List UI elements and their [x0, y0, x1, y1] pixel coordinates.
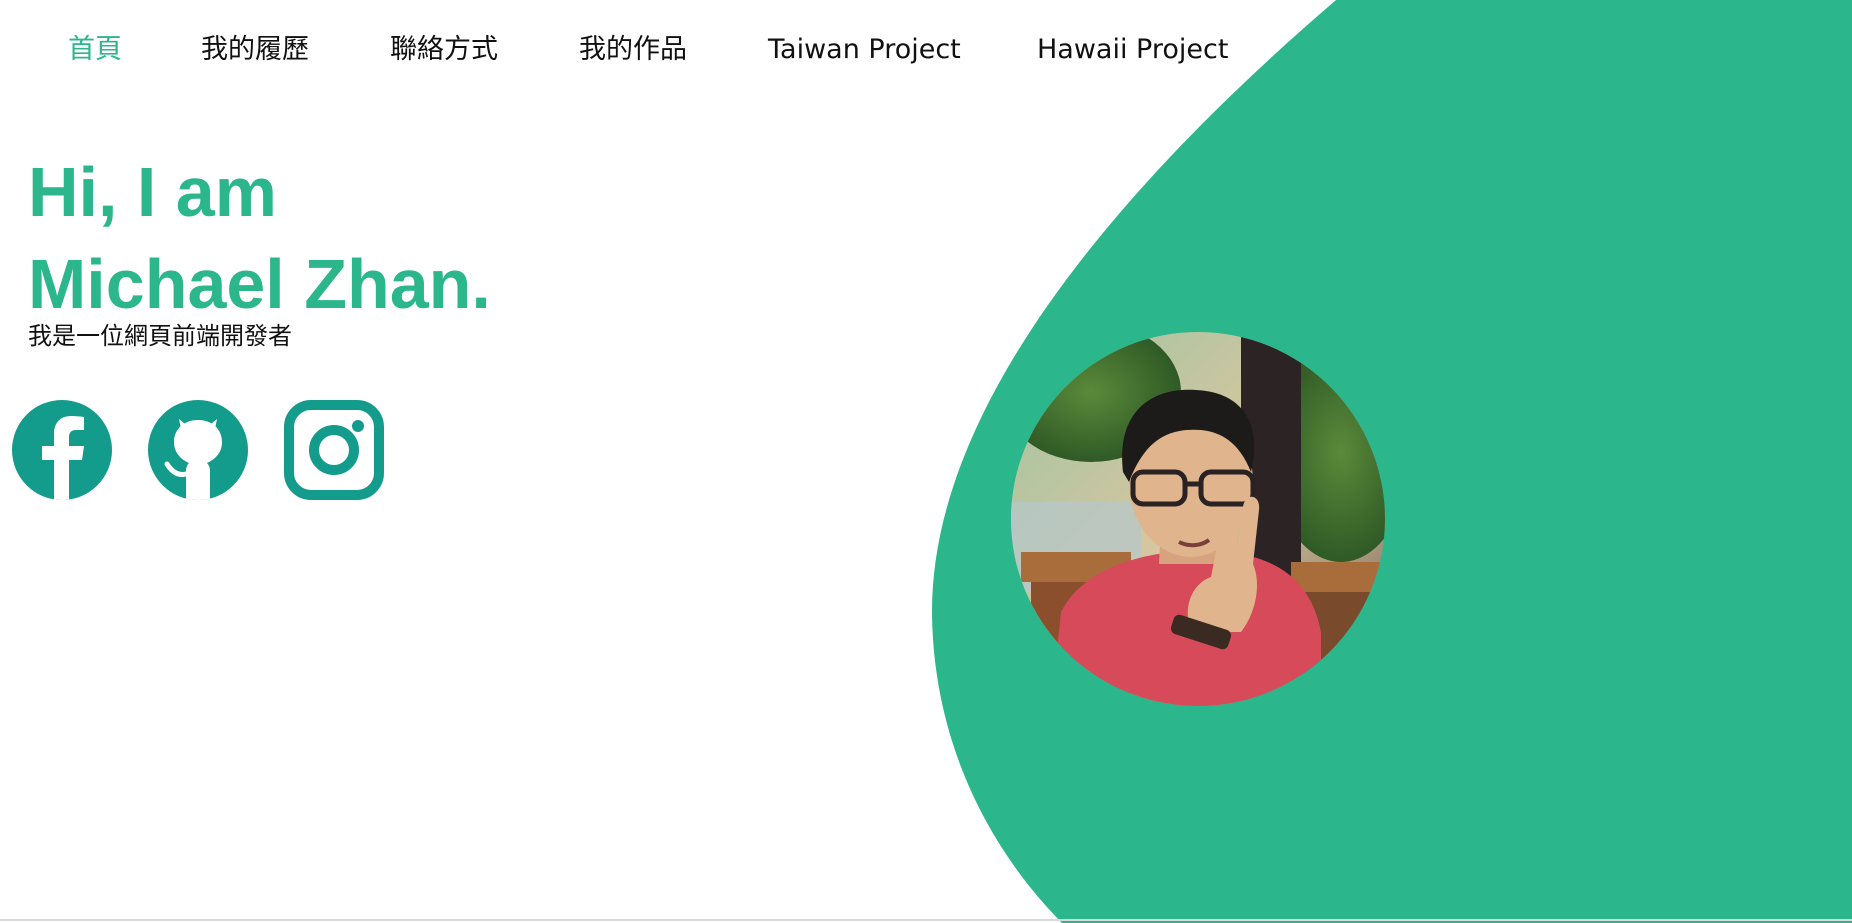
facebook-link[interactable]	[12, 400, 112, 500]
nav-item-works[interactable]: 我的作品	[579, 33, 687, 67]
github-link[interactable]	[148, 400, 248, 500]
nav-item-hawaii-project[interactable]: Hawaii Project	[1037, 33, 1228, 67]
nav-item-home[interactable]: 首頁	[68, 33, 122, 67]
profile-photo-image	[1011, 332, 1385, 706]
portfolio-home-page: 首頁 我的履歷 聯絡方式 我的作品 Taiwan Project Hawaii …	[0, 0, 1852, 923]
hero-title: Hi, I am Michael Zhan.	[28, 146, 491, 330]
hero-title-line-1: Hi, I am	[28, 153, 277, 231]
facebook-icon	[12, 400, 112, 500]
instagram-icon	[284, 400, 384, 500]
bottom-divider	[0, 919, 1852, 921]
nav-item-contact[interactable]: 聯絡方式	[390, 33, 498, 67]
profile-photo	[1011, 332, 1385, 706]
hero-subtitle: 我是一位網頁前端開發者	[28, 322, 292, 350]
nav-item-resume[interactable]: 我的履歷	[201, 33, 309, 67]
instagram-link[interactable]	[284, 400, 384, 500]
nav-item-taiwan-project[interactable]: Taiwan Project	[768, 33, 961, 67]
hero-title-line-2: Michael Zhan.	[28, 245, 491, 323]
github-icon	[148, 400, 248, 500]
background-shape	[931, 0, 1852, 923]
